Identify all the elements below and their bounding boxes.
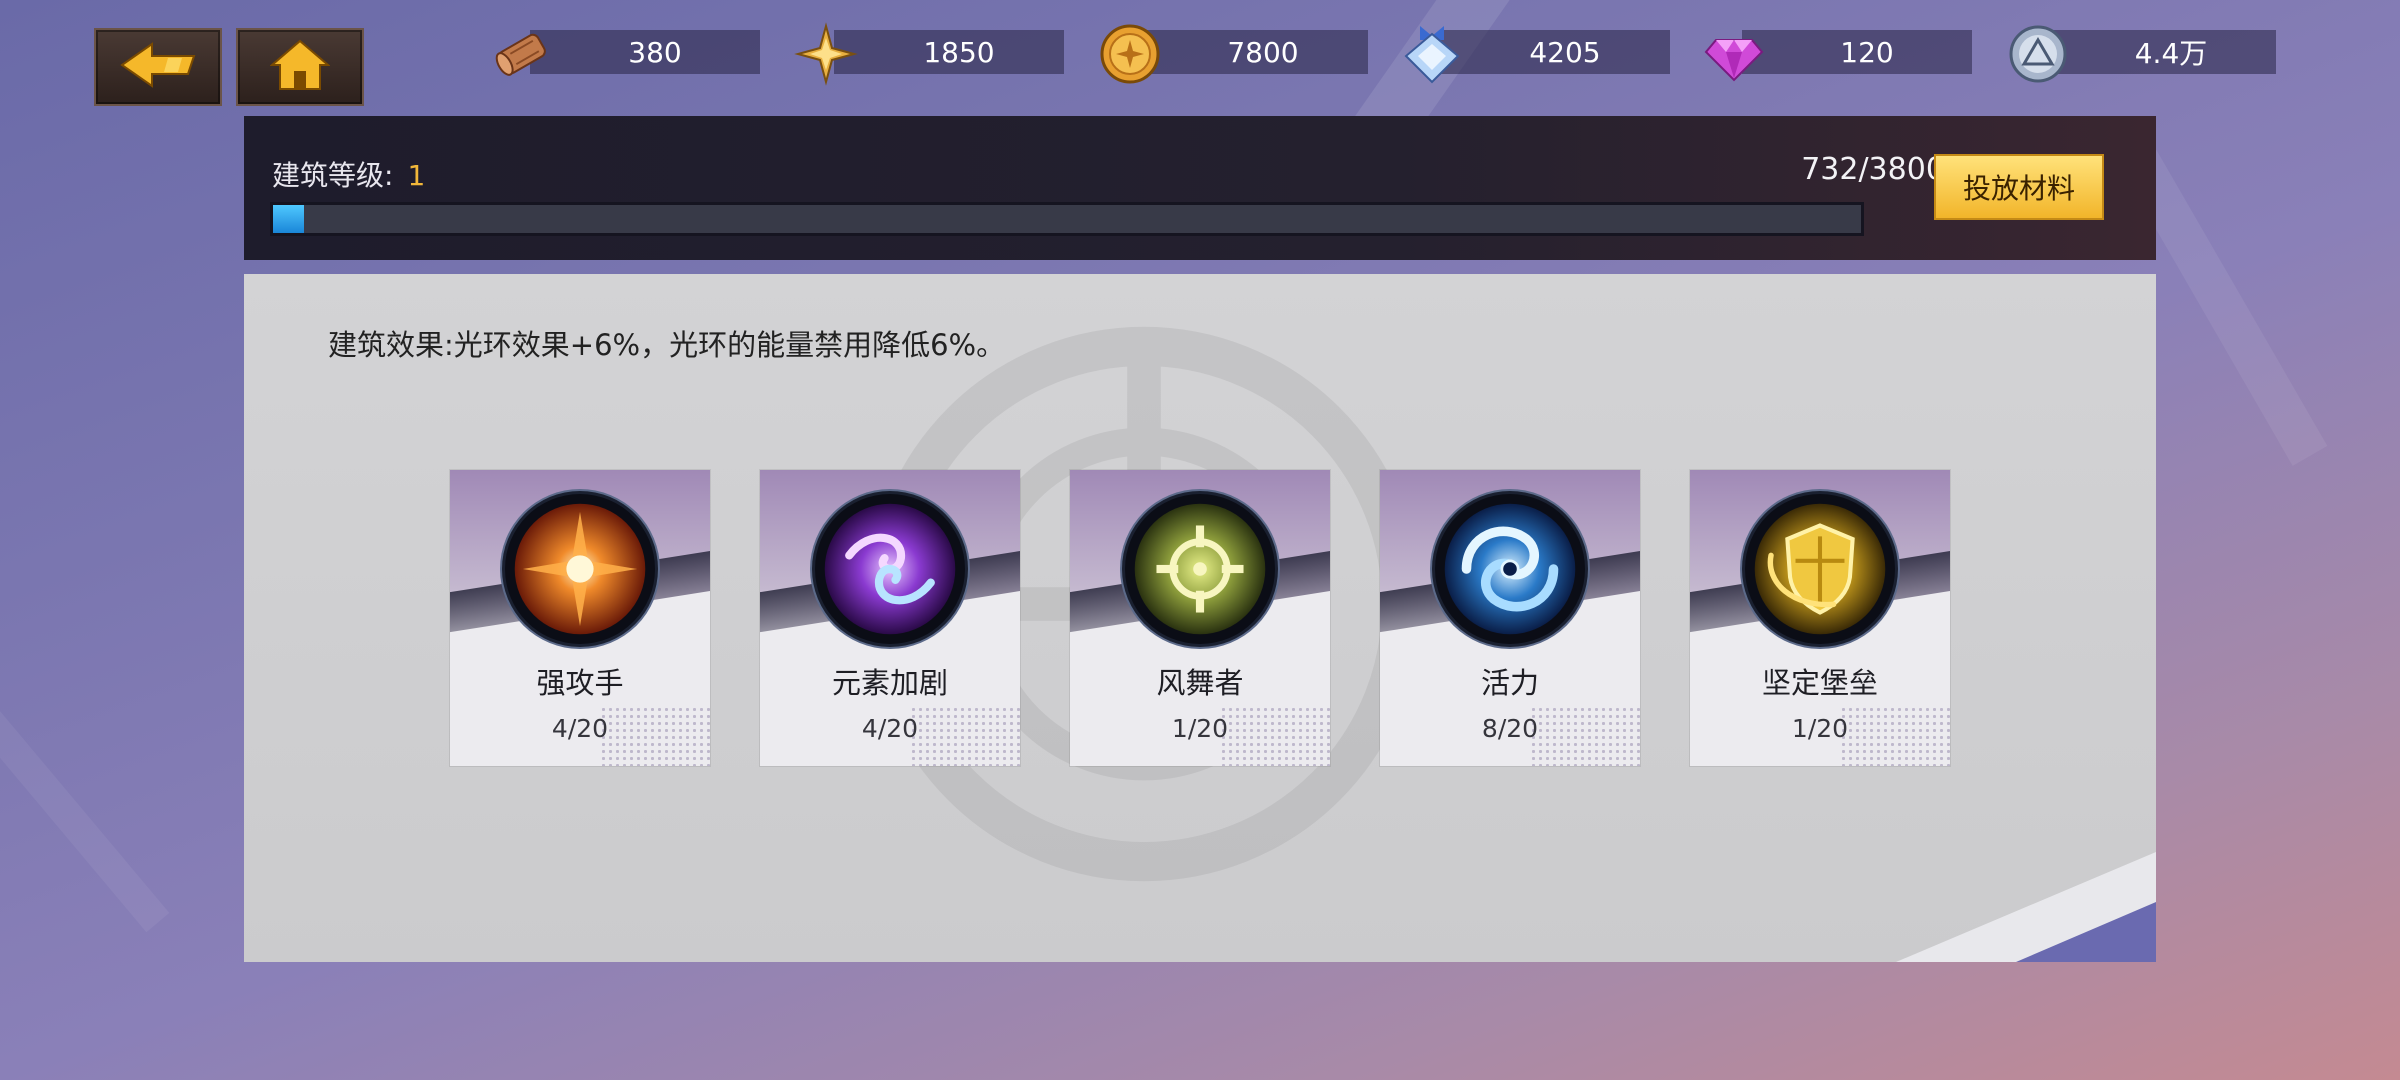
skill-name: 元素加剧	[831, 666, 948, 700]
back-arrow-icon	[118, 40, 198, 94]
currency-scroll: 380	[490, 28, 760, 76]
shield-icon	[1745, 494, 1895, 644]
background-streak	[0, 667, 170, 933]
back-button[interactable]	[94, 28, 222, 106]
corner-decoration	[1896, 852, 2156, 962]
home-button[interactable]	[236, 28, 364, 106]
swirl-icon	[815, 494, 965, 644]
skill-name: 强攻手	[536, 666, 624, 700]
skill-card-striker[interactable]: 强攻手 4/20	[450, 470, 710, 766]
skill-card-element-boost[interactable]: 元素加剧 4/20	[760, 470, 1020, 766]
currency-gold: 7800	[1098, 24, 1368, 84]
building-level-panel: 建筑等级: 1 732/38000 投放材料	[244, 116, 2156, 260]
currency-value: 4205	[1440, 30, 1670, 74]
crosshair-icon	[1125, 494, 1275, 644]
currency-value: 380	[530, 30, 760, 74]
vortex-icon	[1435, 494, 1585, 644]
skill-name: 活力	[1480, 666, 1539, 700]
building-progress-count: 732/38000	[1801, 152, 1964, 187]
deposit-materials-button[interactable]: 投放材料	[1934, 154, 2104, 220]
gold-coin-icon	[1098, 22, 1162, 86]
skill-card-vitality[interactable]: 活力 8/20	[1380, 470, 1640, 766]
currency-medal: 4205	[1400, 26, 1670, 84]
star-badge-icon	[794, 22, 858, 86]
skill-card-wind-dancer[interactable]: 风舞者 1/20	[1070, 470, 1330, 766]
skill-level: 4/20	[551, 714, 609, 743]
skill-level: 8/20	[1481, 714, 1539, 743]
currency-value: 120	[1742, 30, 1972, 74]
silver-token-icon	[2006, 22, 2070, 86]
skill-level: 4/20	[861, 714, 919, 743]
currency-value: 1850	[834, 30, 1064, 74]
diamond-icon	[1702, 22, 1766, 86]
scroll-icon	[490, 22, 554, 86]
skill-name: 坚定堡垒	[1761, 666, 1878, 700]
skill-level: 1/20	[1171, 714, 1229, 743]
currency-diamond: 120	[1702, 28, 1972, 82]
currency-value: 7800	[1138, 30, 1368, 74]
currency-value: 4.4万	[2046, 30, 2276, 74]
building-progress-bar	[270, 202, 1864, 236]
building-level-value: 1	[407, 159, 426, 192]
skill-level: 1/20	[1791, 714, 1849, 743]
skill-card-fortress[interactable]: 坚定堡垒 1/20	[1690, 470, 1950, 766]
currency-silver: 4.4万	[2006, 25, 2276, 83]
crystal-medal-icon	[1400, 22, 1464, 86]
skill-name: 风舞者	[1156, 666, 1244, 700]
currency-star: 1850	[794, 22, 1064, 86]
burst-icon	[505, 494, 655, 644]
building-effect-text: 建筑效果:光环效果+6%，光环的能量禁用降低6%。	[328, 328, 1006, 362]
building-progress-fill	[273, 205, 304, 233]
building-content-panel: 建筑效果:光环效果+6%，光环的能量禁用降低6%。 强攻手 4/20 元素加剧 …	[244, 274, 2156, 962]
home-icon	[269, 39, 331, 95]
building-level-label: 建筑等级: 1	[272, 159, 426, 192]
